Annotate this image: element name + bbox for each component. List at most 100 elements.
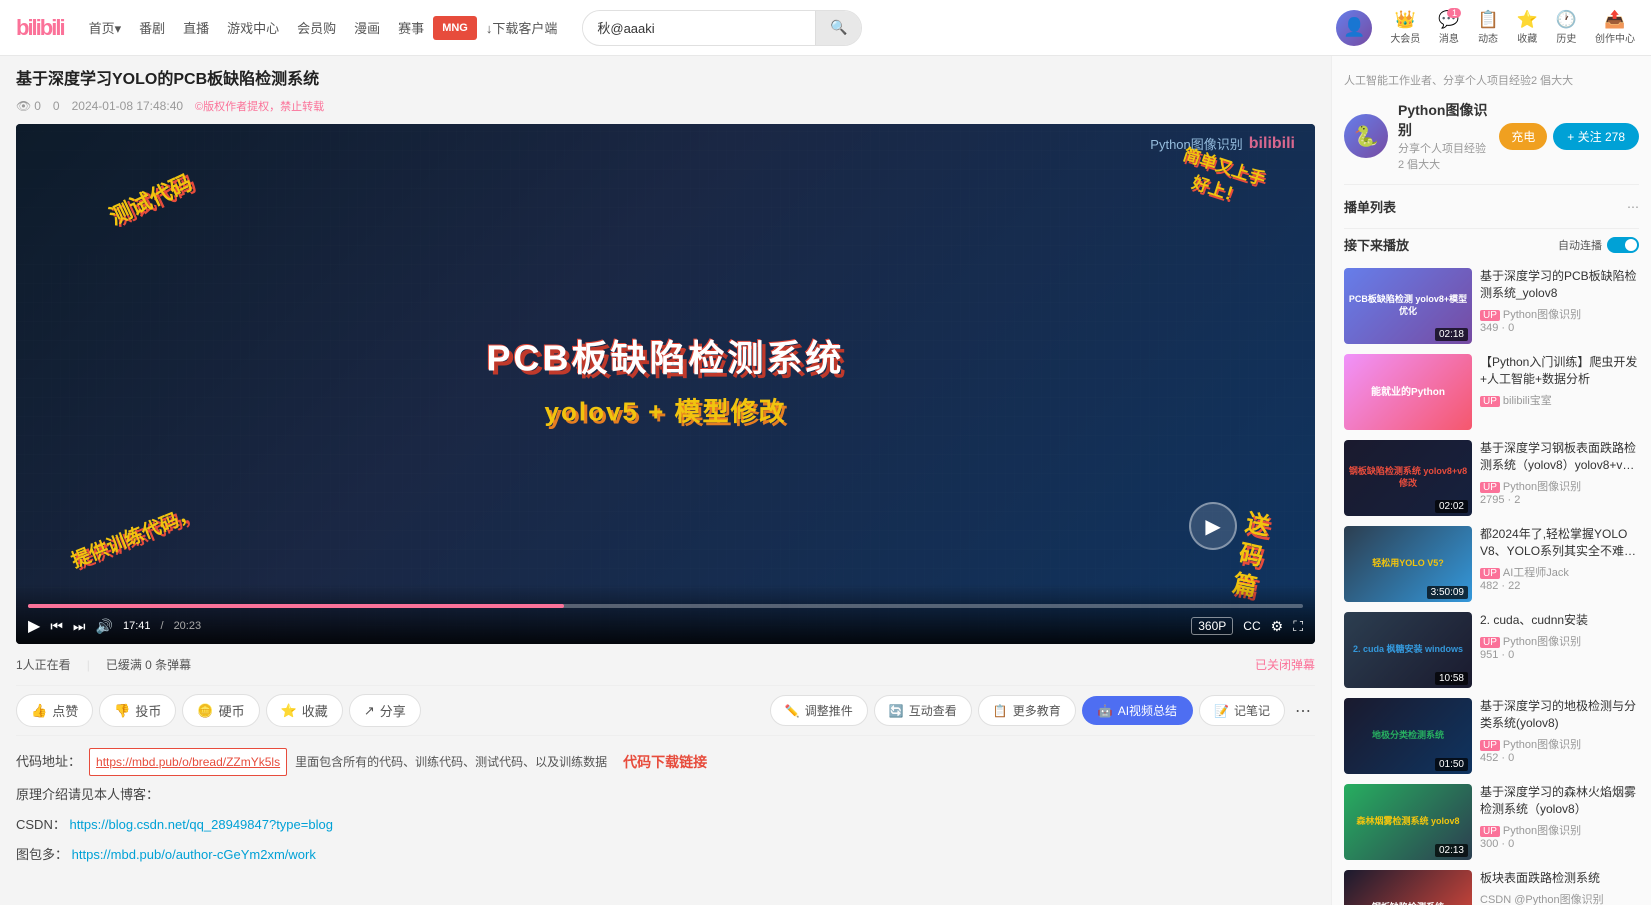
list-item[interactable]: 轻松用YOLO V5? 3:50:09 都2024年了,轻松掌握YOLO V8、… <box>1344 526 1639 602</box>
more-options-btn[interactable]: ⋯ <box>1291 697 1315 725</box>
list-item[interactable]: 2. cuda 枫糖安装 windows 10:58 2. cuda、cudnn… <box>1344 612 1639 688</box>
subtitle-btn[interactable]: CC <box>1243 619 1260 633</box>
star-button[interactable]: ⭐ 收藏 <box>266 694 343 727</box>
quality-btn[interactable]: 360P <box>1191 617 1233 635</box>
video-thumb: PCB板缺陷检测 yolov8+模型优化 02:18 <box>1344 268 1472 344</box>
list-item[interactable]: PCB板缺陷检测 yolov8+模型优化 02:18 基于深度学习的PCB板缺陷… <box>1344 268 1639 344</box>
csdn-url-link[interactable]: https://blog.csdn.net/qq_28949847?type=b… <box>69 817 332 832</box>
nav-message[interactable]: 💬 消息 1 <box>1438 10 1459 45</box>
interact-button[interactable]: 🔄 互动查看 <box>874 695 972 726</box>
video-stats-row: 1人正在看 | 已缓满 0 条弹幕 已关闭弹幕 <box>16 652 1315 677</box>
img-url-link[interactable]: https://mbd.pub/o/author-cGeYm2xm/work <box>72 847 316 862</box>
ai-summary-button[interactable]: 🤖 AI视频总结 <box>1082 696 1193 725</box>
nav-vip[interactable]: 会员购 <box>288 12 345 43</box>
notes-icon: 📝 <box>1214 704 1229 718</box>
playlist-more[interactable]: ⋯ <box>1627 200 1639 214</box>
nav-download[interactable]: ↓下载客户端 <box>477 12 567 43</box>
ai-icon: 🤖 <box>1098 704 1113 718</box>
controls-row: ▶ ⏮ ⏭ 🔊 17:41 / 20:23 360P CC ⚙ ⛶ <box>28 616 1303 636</box>
video-info: 基于深度学习的PCB板缺陷检测系统_yolov8 UPPython图像识别 34… <box>1480 268 1639 344</box>
fullscreen-btn[interactable]: ⛶ <box>1293 618 1303 635</box>
nav-bangumi[interactable]: 番剧 <box>130 12 174 43</box>
video-info: 基于深度学习的森林火焰烟雾检测系统（yolov8） UPPython图像识别 3… <box>1480 784 1639 860</box>
nav-mga[interactable]: MNG <box>433 16 477 40</box>
recommended-header: 接下来播放 自动连播 <box>1344 228 1639 260</box>
prev-btn[interactable]: ⏮ <box>50 618 63 635</box>
video-thumb-title: 板块表面跌路检测系统 <box>1480 870 1639 887</box>
desc-csdn-line: CSDN： https://blog.csdn.net/qq_28949847?… <box>16 812 1315 838</box>
video-player[interactable]: Python图像识别 bilibili 测试代码 简单又上手 好上！ PCB板缺… <box>16 124 1315 644</box>
desc-code-line: 代码地址： https://mbd.pub/o/bread/ZZmYk5ls 里… <box>16 748 1315 776</box>
uploader-sub-count: 分享个人项目经验 2 倡大大 <box>1398 140 1489 172</box>
dislike-button[interactable]: 👎 投币 <box>99 694 176 727</box>
charge-button[interactable]: 充电 <box>1499 123 1547 150</box>
video-channel: UPPython图像识别 <box>1480 633 1639 649</box>
video-thumb: 钢板缺陷检测系统 02:41 <box>1344 870 1472 905</box>
nav-live[interactable]: 直播 <box>174 12 218 43</box>
settings-btn[interactable]: ⚙ <box>1271 618 1284 635</box>
right-sidebar: 人工智能工作业者、分享个人项目经验2 倡大大 🐍 Python图像识别 分享个人… <box>1331 56 1651 905</box>
nav-favorite[interactable]: ⭐ 收藏 <box>1517 10 1538 45</box>
video-stats-small: 951 · 0 <box>1480 649 1639 661</box>
nav-creator[interactable]: 📤 创作中心 <box>1595 10 1635 45</box>
next-btn[interactable]: ⏭ <box>73 618 86 635</box>
video-thumb-title: 【Python入门训练】爬虫开发+人工智能+数据分析 <box>1480 354 1639 388</box>
copyright-tag[interactable]: ©版权作者提权，禁止转载 <box>195 98 324 114</box>
search-button[interactable]: 🔍 <box>815 11 861 45</box>
video-thumb: 地极分类检测系统 01:50 <box>1344 698 1472 774</box>
list-item[interactable]: 森林烟雾检测系统 yolov8 02:13 基于深度学习的森林火焰烟雾检测系统（… <box>1344 784 1639 860</box>
like-button[interactable]: 👍 点赞 <box>16 694 93 727</box>
video-info: 基于深度学习钢板表面跌路检测系统（yolov8）yolov8+v8修改 UPPy… <box>1480 440 1639 516</box>
coin-button[interactable]: 🪙 硬币 <box>182 694 259 727</box>
duration-badge: 02:18 <box>1435 328 1468 341</box>
volume-btn[interactable]: 🔊 <box>96 618 113 635</box>
edit-icon: ✏️ <box>785 704 800 718</box>
share-button[interactable]: ↗ 分享 <box>349 694 421 727</box>
nav-esports[interactable]: 赛事 <box>389 12 433 43</box>
list-item[interactable]: 钢板缺陷检测系统 yolov8+v8修改 02:02 基于深度学习钢板表面跌路检… <box>1344 440 1639 516</box>
search-input[interactable] <box>583 20 815 35</box>
uploader-actions: 充电 + 关注 278 <box>1499 123 1639 150</box>
notes-button[interactable]: 📝 记笔记 <box>1199 695 1285 726</box>
play-pause-btn[interactable]: ▶ <box>28 616 40 636</box>
share-icon: ↗ <box>364 703 375 719</box>
video-stats-small: 2795 · 2 <box>1480 494 1639 506</box>
toggle-switch[interactable] <box>1607 237 1639 253</box>
more-button[interactable]: 📋 更多教育 <box>978 695 1076 726</box>
list-item[interactable]: 钢板缺陷检测系统 02:41 板块表面跌路检测系统 CSDN @Python图像… <box>1344 870 1639 905</box>
nav-manga[interactable]: 漫画 <box>345 12 389 43</box>
nav-home[interactable]: 首页▾ <box>80 12 131 43</box>
nav-history[interactable]: 🕐 历史 <box>1556 10 1577 45</box>
follow-button[interactable]: + 关注 278 <box>1553 123 1639 150</box>
recommended-section: 接下来播放 自动连播 PCB板缺陷检测 yolov8+模型优化 02:18 <box>1344 228 1639 905</box>
edit-button[interactable]: ✏️ 调整推件 <box>770 695 868 726</box>
top-nav: bilibili 首页▾ 番剧 直播 游戏中心 会员购 漫画 赛事 MNG ↓下… <box>0 0 1651 56</box>
video-info: 都2024年了,轻松掌握YOLO V8、YOLO系列其实全不难、零难度、零...… <box>1480 526 1639 602</box>
recommended-label: 接下来播放 <box>1344 235 1409 254</box>
coin-icon: 🪙 <box>197 703 213 719</box>
code-url-link[interactable]: https://mbd.pub/o/bread/ZZmYk5ls <box>89 748 287 776</box>
site-logo[interactable]: bilibili <box>16 15 64 41</box>
video-stats-small: 349 · 0 <box>1480 322 1639 334</box>
description: 代码地址： https://mbd.pub/o/bread/ZZmYk5ls 里… <box>16 736 1315 880</box>
close-danmu[interactable]: 已关闭弹幕 <box>1255 656 1315 673</box>
nav-game[interactable]: 游戏中心 <box>218 12 288 43</box>
desc-img-line: 图包多： https://mbd.pub/o/author-cGeYm2xm/w… <box>16 842 1315 868</box>
video-area: 基于深度学习YOLO的PCB板缺陷检测系统 👁0 0 2024-01-08 17… <box>0 56 1331 905</box>
nav-avatar[interactable]: 👤 <box>1336 10 1372 46</box>
uploader-avatar[interactable]: 🐍 <box>1344 114 1388 158</box>
message-badge: 1 <box>1447 8 1461 18</box>
list-item[interactable]: 地极分类检测系统 01:50 基于深度学习的地极检测与分类系统(yolov8) … <box>1344 698 1639 774</box>
video-thumb-title: 2. cuda、cudnn安装 <box>1480 612 1639 629</box>
playlist-title: 播单列表 <box>1344 197 1396 216</box>
nav-dynamic[interactable]: 📋 动态 <box>1477 10 1498 45</box>
video-thumb: 轻松用YOLO V5? 3:50:09 <box>1344 526 1472 602</box>
progress-bar-container[interactable] <box>28 604 1303 608</box>
duration-badge: 10:58 <box>1435 672 1468 685</box>
nav-member[interactable]: 👑 大会员 <box>1390 10 1420 45</box>
thumbs-down-icon: 👎 <box>114 703 130 719</box>
more-icon: 📋 <box>993 704 1008 718</box>
duration-badge: 01:50 <box>1435 758 1468 771</box>
list-item[interactable]: 能就业的Python 【Python入门训练】爬虫开发+人工智能+数据分析 UP… <box>1344 354 1639 430</box>
main-layout: 基于深度学习YOLO的PCB板缺陷检测系统 👁0 0 2024-01-08 17… <box>0 56 1651 905</box>
